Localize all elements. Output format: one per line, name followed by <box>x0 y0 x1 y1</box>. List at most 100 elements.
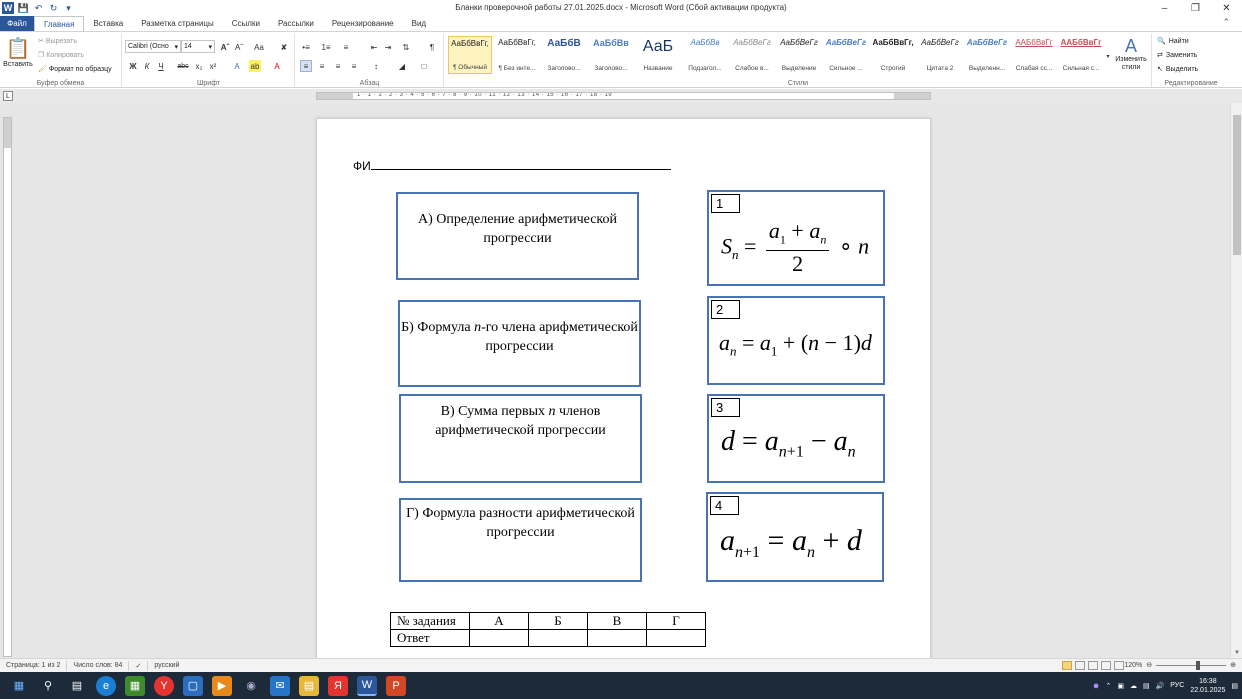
proofing-icon[interactable]: ✓ <box>129 660 149 671</box>
tab-page-layout[interactable]: Разметка страницы <box>132 16 223 31</box>
print-layout-icon[interactable] <box>1062 661 1072 670</box>
multilevel-list-icon[interactable]: ≡ <box>340 41 352 53</box>
style-intense-emphasis[interactable]: АаБбВеГг Сильное ... <box>824 36 868 74</box>
network-icon[interactable]: ▤ <box>1143 682 1150 690</box>
select-button[interactable]: ↖ Выделить <box>1157 65 1198 74</box>
numbering-icon[interactable]: 1≡ <box>320 41 332 53</box>
style-heading-2[interactable]: АаБбВв Заголово... <box>589 36 633 74</box>
chevron-up-icon[interactable]: ⌃ <box>1105 682 1111 690</box>
draft-view-icon[interactable] <box>1114 661 1124 670</box>
decrease-indent-icon[interactable]: ⇤ <box>368 41 380 53</box>
minimize-button[interactable]: – <box>1149 0 1180 16</box>
page-count[interactable]: Страница: 1 из 2 <box>0 660 68 671</box>
tab-review[interactable]: Рецензирование <box>323 16 403 31</box>
store-icon[interactable]: ▢ <box>183 675 203 696</box>
style-intense-reference[interactable]: ААБбВвГг Сильная с... <box>1059 36 1103 74</box>
paste-button[interactable]: 📋 Вставить <box>2 36 34 68</box>
line-spacing-icon[interactable]: ↕ <box>370 60 382 72</box>
assistant-icon[interactable]: ● <box>1093 680 1100 692</box>
bullets-icon[interactable]: •≡ <box>300 41 312 53</box>
align-left-icon[interactable]: ≡ <box>300 60 312 72</box>
find-button[interactable]: 🔍 Найти <box>1157 37 1189 46</box>
clock[interactable]: 16:38 22.01.2025 <box>1190 677 1225 695</box>
zoom-out-icon[interactable]: ⊖ <box>1146 661 1152 669</box>
style-title[interactable]: АаБ Название <box>636 36 680 74</box>
clear-format-icon[interactable]: ✘ <box>278 41 290 53</box>
style-no-spacing[interactable]: АаБбВвГг, ¶ Без инте... <box>495 36 539 74</box>
yandex-browser-icon[interactable]: Y <box>154 675 174 696</box>
web-layout-icon[interactable] <box>1088 661 1098 670</box>
table-cell[interactable]: Б <box>528 612 588 630</box>
zoom-slider[interactable] <box>1156 660 1227 670</box>
table-cell[interactable]: Ответ <box>390 629 470 647</box>
tab-insert[interactable]: Вставка <box>84 16 132 31</box>
file-explorer-icon[interactable]: ▤ <box>299 675 319 696</box>
outline-view-icon[interactable] <box>1101 661 1111 670</box>
style-normal[interactable]: АаБбВвГг, ¶ Обычный <box>448 36 492 74</box>
font-size-select[interactable]: 14 ▾ <box>181 40 215 53</box>
vertical-scrollbar[interactable]: ▲ ▼ <box>1230 103 1242 658</box>
word-taskbar-icon[interactable]: W <box>357 675 377 696</box>
style-subtitle[interactable]: АаБбВв Подзагол... <box>683 36 727 74</box>
table-cell[interactable]: В <box>587 612 647 630</box>
strikethrough-button[interactable]: abc <box>177 60 189 72</box>
vertical-ruler[interactable] <box>3 117 12 657</box>
mail-icon[interactable]: ✉ <box>270 675 290 696</box>
style-subtle-reference[interactable]: ААБбВвГг Слабая сс... <box>1012 36 1056 74</box>
cut-button[interactable]: ✂ Вырезать <box>38 37 77 46</box>
style-heading-1[interactable]: АаБбВ Заголово... <box>542 36 586 74</box>
customize-qat-icon[interactable]: ▾ <box>63 3 74 14</box>
save-icon[interactable]: 💾 <box>18 3 29 14</box>
style-quote-2[interactable]: АаБбВеГг Цитата 2 <box>918 36 962 74</box>
keyboard-language[interactable]: РУС <box>1170 682 1184 689</box>
format-painter-button[interactable]: 🖌 Формат по образцу <box>38 65 112 74</box>
tab-mailings[interactable]: Рассылки <box>269 16 323 31</box>
notifications-icon[interactable]: ▤ <box>1231 682 1238 690</box>
close-button[interactable]: ✕ <box>1211 0 1242 16</box>
font-name-select[interactable]: Calibri (Осно ▾ <box>125 40 181 53</box>
edge-browser-icon[interactable]: e <box>96 675 116 696</box>
style-subtle-emphasis[interactable]: АаБбВеГг Слабое в... <box>730 36 774 74</box>
zoom-level[interactable]: 120% <box>1124 662 1142 669</box>
replace-button[interactable]: ⇄ Заменить <box>1157 51 1197 60</box>
italic-button[interactable]: К <box>141 60 153 72</box>
tab-references[interactable]: Ссылки <box>223 16 269 31</box>
zoom-in-icon[interactable]: ⊕ <box>1230 661 1236 669</box>
horizontal-ruler[interactable]: 1 · 1 · 1 · 2 · 3 · 4 · 5 · 6 · 7 · 8 · … <box>316 92 931 100</box>
language-indicator[interactable]: русский <box>148 661 185 671</box>
table-cell[interactable]: Г <box>646 612 706 630</box>
volume-icon[interactable]: 🔊 <box>1156 682 1165 690</box>
search-icon[interactable]: ⚲ <box>38 676 58 696</box>
scrollbar-thumb[interactable] <box>1233 115 1241 255</box>
grow-font-button[interactable]: Aˆ <box>219 41 231 53</box>
tab-stop-selector[interactable]: L <box>3 91 13 101</box>
align-center-icon[interactable]: ≡ <box>316 60 328 72</box>
change-styles-button[interactable]: A Изменить стили <box>1113 36 1149 72</box>
shading-icon[interactable]: ◢ <box>396 60 408 72</box>
camera-icon[interactable]: ▣ <box>1117 682 1124 690</box>
table-cell[interactable]: № задания <box>390 612 470 630</box>
underline-button[interactable]: Ч <box>155 60 167 72</box>
tab-file[interactable]: Файл <box>0 16 34 31</box>
restore-button[interactable]: ❐ <box>1180 0 1211 16</box>
tab-view[interactable]: Вид <box>403 16 435 31</box>
align-right-icon[interactable]: ≡ <box>332 60 344 72</box>
text-effects-button[interactable]: A <box>231 60 243 72</box>
scroll-down-icon[interactable]: ▼ <box>1231 648 1242 658</box>
shrink-font-button[interactable]: Aˇ <box>233 41 245 53</box>
style-intense-quote[interactable]: АаБбВеГг Выделенн... <box>965 36 1009 74</box>
style-strong[interactable]: АаБбВвГг, Строгий <box>871 36 915 74</box>
app-globe-icon[interactable]: ◉ <box>241 676 261 696</box>
zoom-slider-knob[interactable] <box>1196 660 1201 670</box>
document-page[interactable]: ФИ А) Определение арифметической прогрес… <box>316 118 931 658</box>
tab-home[interactable]: Главная <box>34 16 85 31</box>
task-view-icon[interactable]: ▤ <box>67 676 87 696</box>
justify-icon[interactable]: ≡ <box>348 60 360 72</box>
app-green-icon[interactable]: ▦ <box>125 675 145 696</box>
yandex-icon[interactable]: Я <box>328 675 348 696</box>
bold-button[interactable]: Ж <box>127 60 139 72</box>
powerpoint-taskbar-icon[interactable]: P <box>386 675 406 696</box>
answer-cell-c[interactable] <box>587 629 647 647</box>
superscript-button[interactable]: x² <box>207 60 219 72</box>
answer-cell-d[interactable] <box>646 629 706 647</box>
